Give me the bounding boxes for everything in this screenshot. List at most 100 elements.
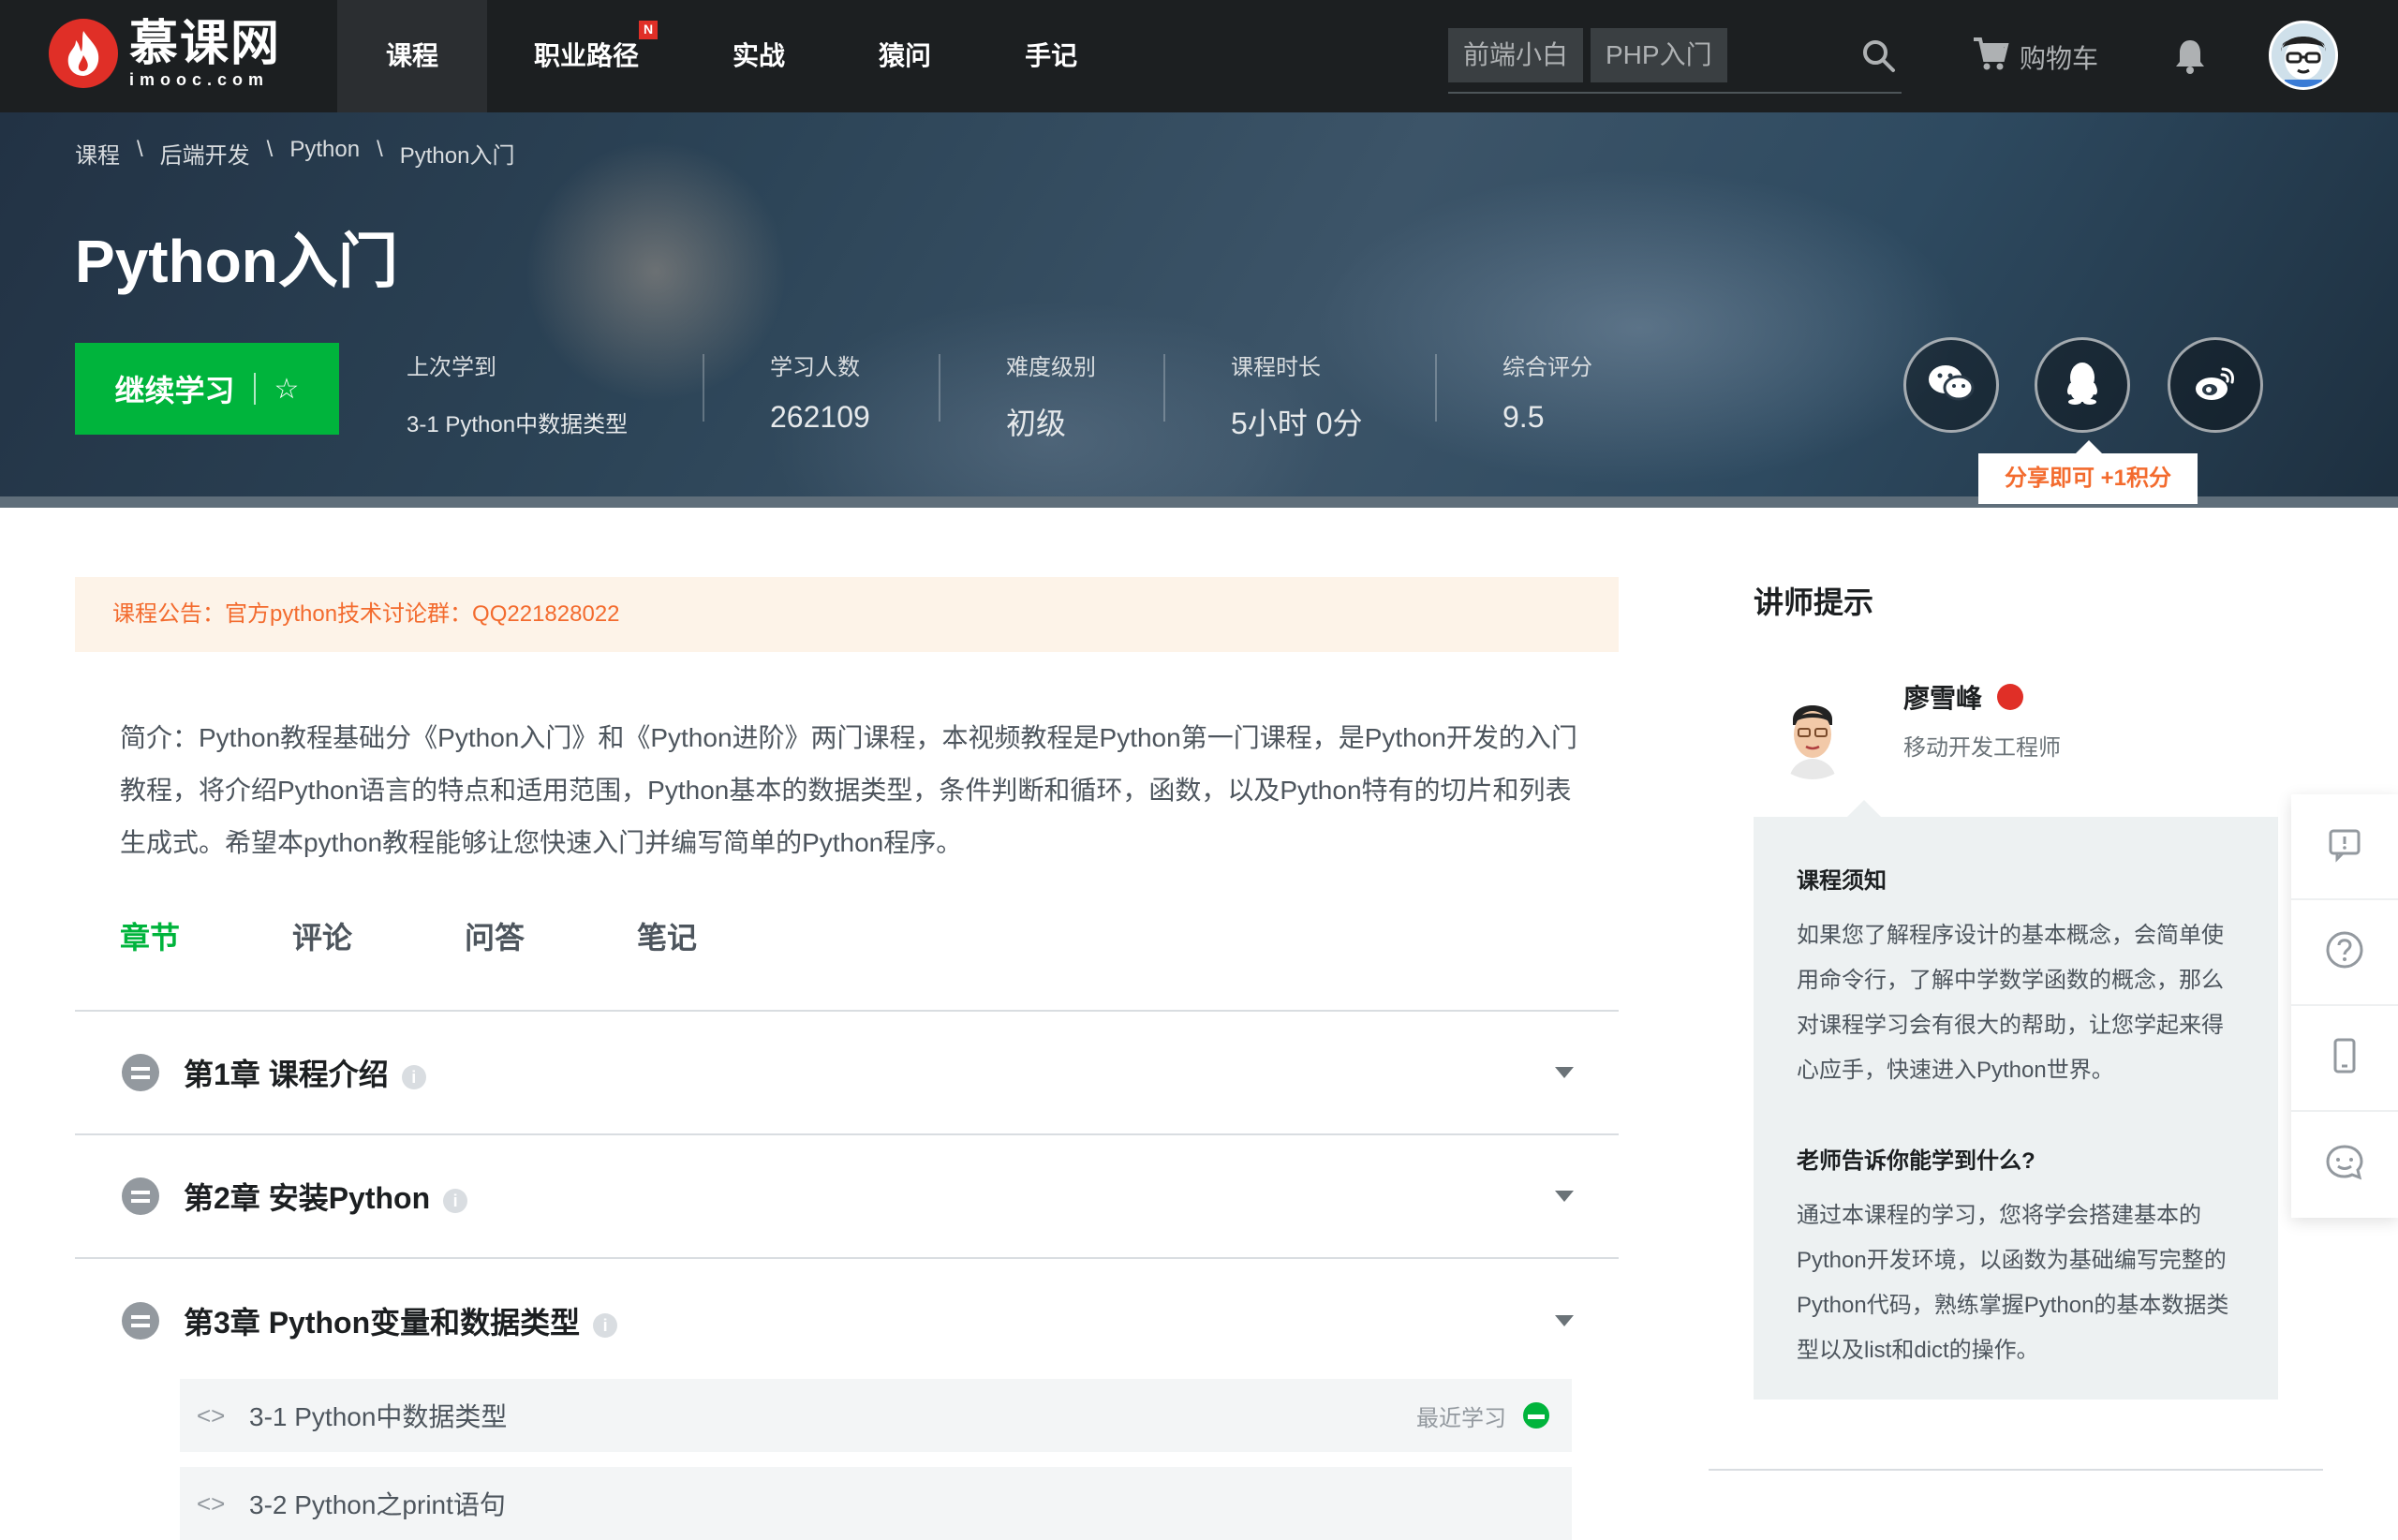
search-icon[interactable] — [1860, 37, 1898, 75]
tab-chapters[interactable]: 章节 — [120, 914, 180, 957]
wechat-icon — [1927, 363, 1976, 408]
user-avatar[interactable] — [2269, 21, 2338, 90]
chapter-collapse-icon — [122, 1177, 159, 1215]
section-row[interactable]: <> 3-2 Python之print语句 — [180, 1467, 1572, 1540]
duration-stat: 课程时长 5小时 0分 — [1231, 348, 1363, 443]
last-learned-stat[interactable]: 上次学到 3-1 Python中数据类型 — [407, 348, 628, 438]
nav-item-career-path-label: 职业路径 — [534, 41, 640, 70]
notes-heading: 课程须知 — [1797, 868, 1887, 894]
course-tips-box: 课程须知 如果您了解程序设计的基本概念，会简单使用命令行，了解中学数学函数的概念… — [1754, 800, 2278, 1399]
stat-label: 学习人数 — [770, 355, 860, 380]
weibo-icon — [2193, 363, 2238, 407]
chat-face-icon — [2324, 1142, 2365, 1188]
mobile-app-button[interactable] — [2291, 1006, 2398, 1112]
stat-value: 262109 — [770, 400, 870, 434]
nav-item-courses[interactable]: 课程 — [337, 0, 488, 112]
tab-qa[interactable]: 问答 — [465, 914, 525, 957]
breadcrumb: 课程 \ 后端开发 \ Python \ Python入门 — [75, 137, 531, 170]
progress-half-icon — [1523, 1402, 1549, 1429]
nav-item-notes[interactable]: 手记 — [978, 0, 1124, 112]
floating-toolbar — [2291, 794, 2398, 1218]
notes-text: 如果您了解程序设计的基本概念，会简单使用命令行，了解中学数学函数的概念，那么对课… — [1797, 923, 2224, 1083]
customer-service-button[interactable] — [2291, 1112, 2398, 1218]
stat-value: 9.5 — [1502, 400, 1545, 434]
cart-label: 购物车 — [2020, 43, 2099, 73]
section-title[interactable]: 3-1 Python中数据类型 — [249, 1397, 507, 1434]
mobile-phone-icon — [2331, 1037, 2359, 1079]
students-stat: 学习人数 262109 — [770, 348, 870, 435]
course-notice: 课程公告：官方python技术讨论群：QQ221828022 — [75, 577, 1619, 652]
share-qq-button[interactable] — [2035, 337, 2130, 433]
teacher-name[interactable]: 廖雪峰 — [1903, 678, 2024, 716]
stat-value: 初级 — [1006, 407, 1067, 440]
teacher-name-text: 廖雪峰 — [1903, 684, 1983, 713]
nav-item-career-path[interactable]: 职业路径 N — [487, 0, 686, 112]
chapter-row[interactable]: 第1章 课程介绍 i — [75, 1012, 1619, 1135]
section-title[interactable]: 3-2 Python之print语句 — [249, 1485, 506, 1522]
search-tag-frontend[interactable]: 前端小白 — [1448, 28, 1584, 82]
course-tabs: 章节 评论 问答 笔记 — [120, 914, 809, 957]
feedback-button[interactable] — [2291, 794, 2398, 900]
breadcrumb-separator: \ — [377, 137, 383, 162]
teacher-avatar[interactable] — [1767, 688, 1858, 779]
search-input[interactable]: 前端小白 PHP入门 — [1448, 26, 1902, 94]
nav-item-qa[interactable]: 猿问 — [832, 0, 978, 112]
info-icon[interactable]: i — [443, 1188, 468, 1213]
new-badge: N — [639, 21, 659, 39]
flame-logo-icon — [49, 19, 118, 88]
share-weibo-button[interactable] — [2168, 337, 2263, 433]
stat-value: 5小时 0分 — [1231, 407, 1363, 440]
stat-label: 综合评分 — [1502, 355, 1592, 380]
nav-item-practice[interactable]: 实战 — [686, 0, 832, 112]
chapter-collapse-icon — [122, 1302, 159, 1340]
breadcrumb-current: Python入门 — [399, 143, 515, 169]
share-points-tooltip: 分享即可 +1积分 — [1978, 440, 2198, 504]
share-wechat-button[interactable] — [1903, 337, 1999, 433]
cart-icon — [1971, 34, 2010, 80]
help-button[interactable] — [2291, 900, 2398, 1006]
chapter-title: 第2章 安装Python — [184, 1181, 431, 1215]
breadcrumb-python[interactable]: Python — [289, 137, 360, 170]
section-row[interactable]: <> 3-1 Python中数据类型 最近学习 — [180, 1379, 1572, 1452]
chapter-row[interactable]: 第2章 安装Python i — [75, 1135, 1619, 1259]
code-icon: <> — [197, 1488, 226, 1518]
question-icon — [2324, 929, 2365, 975]
chapter-row[interactable]: 第3章 Python变量和数据类型 i — [75, 1259, 1619, 1383]
info-icon[interactable]: i — [593, 1312, 618, 1338]
page-title: Python入门 — [75, 228, 398, 295]
top-navigation-bar: 慕课网 imooc.com 课程 职业路径 N 实战 猿问 手记 前端小白 PHP… — [0, 0, 2398, 112]
course-hero-banner: 课程 \ 后端开发 \ Python \ Python入门 Python入门 继… — [0, 112, 2398, 508]
breadcrumb-courses[interactable]: 课程 — [75, 137, 120, 170]
last-learned-value[interactable]: 3-1 Python中数据类型 — [407, 406, 628, 438]
learn-text: 通过本课程的学习，您将学会搭建基本的Python开发环境，以函数为基础编写完整的… — [1797, 1203, 2229, 1363]
teacher-role: 移动开发工程师 — [1903, 735, 2061, 761]
bell-icon[interactable] — [2173, 37, 2207, 80]
logo-text-cn: 慕课网 — [129, 17, 282, 71]
imooc-logo[interactable]: 慕课网 imooc.com — [49, 19, 281, 88]
feedback-icon — [2326, 825, 2363, 867]
tab-comments[interactable]: 评论 — [292, 914, 352, 957]
favorite-star-icon[interactable]: ☆ — [274, 373, 300, 406]
tab-notes[interactable]: 笔记 — [637, 914, 697, 957]
continue-learning-button[interactable]: 继续学习 ☆ — [75, 343, 339, 435]
stat-label: 难度级别 — [1006, 355, 1096, 380]
logo-text-en: imooc.com — [129, 70, 270, 89]
chevron-down-icon[interactable] — [1555, 1067, 1574, 1078]
sidebar-divider — [1709, 1469, 2323, 1471]
search-tag-php[interactable]: PHP入门 — [1591, 28, 1727, 82]
chevron-down-icon[interactable] — [1555, 1191, 1574, 1202]
learn-heading: 老师告诉你能学到什么? — [1797, 1148, 2035, 1174]
certified-teacher-icon — [1997, 684, 2024, 710]
breadcrumb-separator: \ — [137, 137, 143, 162]
chapter-title: 第3章 Python变量和数据类型 — [184, 1306, 581, 1340]
instructor-tips-title: 讲师提示 — [1754, 585, 1874, 619]
main-nav: 课程 职业路径 N 实战 猿问 手记 — [337, 0, 1124, 112]
rating-stat: 综合评分 9.5 — [1502, 348, 1592, 435]
cart-button[interactable]: 购物车 — [1971, 34, 2098, 80]
breadcrumb-backend[interactable]: 后端开发 — [160, 137, 250, 170]
info-icon[interactable]: i — [401, 1064, 426, 1089]
chevron-down-icon[interactable] — [1555, 1315, 1574, 1326]
recent-learning-label: 最近学习 — [1416, 1405, 1506, 1431]
chapter-title: 第1章 课程介绍 — [184, 1058, 389, 1091]
continue-learning-label: 继续学习 — [114, 374, 235, 407]
